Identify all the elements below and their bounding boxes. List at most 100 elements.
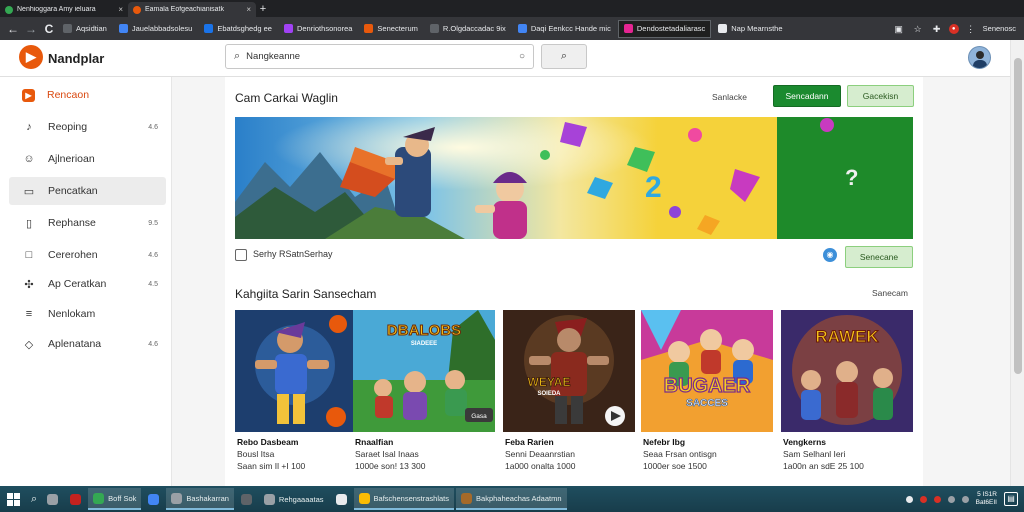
new-tab-button[interactable]: + <box>256 2 270 17</box>
brand-name[interactable]: Nandplar <box>48 51 104 66</box>
star-icon[interactable]: ☆ <box>911 22 925 36</box>
extension-icon[interactable]: ▣ <box>892 22 906 36</box>
tray-app-icon[interactable] <box>933 495 941 503</box>
brand-logo-icon[interactable]: ▶ <box>19 45 43 69</box>
featured-link[interactable]: Sanlacke <box>712 92 747 102</box>
taskbar-app[interactable] <box>42 488 63 510</box>
notification-icon[interactable]: ▤ <box>1004 492 1018 506</box>
sidebar-item-label: Reoping <box>48 121 88 133</box>
volume-icon[interactable] <box>961 495 969 503</box>
taskbar-app-icon <box>263 493 275 505</box>
start-button[interactable] <box>0 486 26 512</box>
side-button[interactable]: Senecane <box>845 246 913 268</box>
game-meta: 1a000 onalta 1000 <box>505 461 576 471</box>
game-art-title: BUGAER <box>664 375 751 397</box>
taskbar-app[interactable]: Boff Sok <box>88 488 142 510</box>
game-badge: Gasa <box>471 413 487 420</box>
bookmark-item[interactable]: R.Olgdaccadac 9ix <box>425 20 511 38</box>
bookmark-item[interactable]: Nap Mearnsthe <box>713 20 787 38</box>
sidebar-item[interactable]: ▯ Rephanse 9.5 <box>9 209 166 237</box>
game-title: Nefebr Ibg <box>643 437 686 447</box>
sidebar-item[interactable]: ≡ Nenlokam <box>9 300 166 328</box>
taskbar-app[interactable]: Rehgaaaatas <box>259 488 329 510</box>
game-subtitle: Bousl Itsa <box>237 449 275 459</box>
bookmark-favicon-icon <box>364 24 374 33</box>
notification-badge-icon[interactable]: ● <box>948 23 959 34</box>
bookmark-item[interactable]: Denriothsonorea <box>279 20 357 38</box>
gamepad-icon: ✣ <box>24 278 34 291</box>
clock[interactable]: 5 IS1R Bat6EII <box>976 491 997 507</box>
back-button[interactable]: ← <box>4 20 22 38</box>
bookmark-item[interactable]: Daqi Eenkcc Hande mic <box>513 20 616 38</box>
sidebar-item[interactable]: ◇ Aplenatana 4.6 <box>9 330 166 358</box>
taskbar-app[interactable]: Bafschensenstrashlats <box>353 488 455 510</box>
game-card[interactable]: BUGAER SACCES Nefebr Ibg Seaa Frsan onti… <box>641 310 773 471</box>
reload-button[interactable]: C <box>40 20 58 38</box>
tray-alert-icon[interactable] <box>919 495 927 503</box>
taskbar-app[interactable] <box>65 488 86 510</box>
tab-favicon-icon <box>133 5 141 14</box>
game-card[interactable]: Rebo Dasbeam Bousl Itsa Saan sim Il +I 1… <box>235 310 367 471</box>
bookmark-item[interactable]: Aqsidtian <box>58 20 112 38</box>
sidebar-item-label: Pencatkan <box>48 185 98 197</box>
scrollbar[interactable] <box>1010 40 1024 486</box>
microphone-icon[interactable]: ○ <box>519 51 525 62</box>
taskbar-items: Boff Sok Bashakarran Rehgaaaatas Bafschense… <box>42 488 567 510</box>
bookmark-item[interactable]: Senecterum <box>359 20 422 38</box>
game-card[interactable]: WEYAE SOIEDA Feba Rarien Senni Deaanrsti… <box>503 310 635 471</box>
search-box[interactable]: ⌕ ○ <box>225 44 534 69</box>
sidebar-item[interactable]: ☺ Ajlnerioan <box>9 145 166 173</box>
network-icon[interactable] <box>947 495 955 503</box>
person-icon: ☺ <box>23 153 35 165</box>
app-window-icon: ▭ <box>23 185 35 198</box>
close-icon[interactable]: × <box>246 5 251 14</box>
featured-banner[interactable]: 2 ? <box>235 117 913 239</box>
sidebar-item[interactable]: ▶ Rencaon <box>9 81 166 109</box>
avatar[interactable] <box>968 46 991 69</box>
primary-button[interactable]: Sencadann <box>773 85 841 107</box>
profile-label[interactable]: Senenosc <box>983 24 1016 33</box>
globe-icon[interactable]: ◉ <box>823 248 837 262</box>
browser-tab-active[interactable]: Eamala Eofgeachianisatk × <box>128 2 256 17</box>
game-subtitle: Seaa Frsan ontisgn <box>643 449 717 459</box>
bookmark-item[interactable]: Dendostetadaliarasc <box>617 19 712 38</box>
game-thumbnail: DBALOBS SIADEEE Gasa <box>353 310 495 432</box>
tray-up-icon[interactable] <box>905 495 913 503</box>
taskbar-app[interactable] <box>143 488 164 510</box>
sidebar-item[interactable]: □ Cererohen 4.6 <box>9 241 166 269</box>
taskbar-app-label: Bafschensenstrashlats <box>373 493 450 503</box>
bookmark-item[interactable]: Jauelabbadsolesu <box>114 20 197 38</box>
sidebar-item[interactable]: ✣ Ap Ceratkan 4.5 <box>9 270 166 298</box>
sidebar-item[interactable]: ▭ Pencatkan <box>9 177 166 205</box>
game-art: RAWEK <box>781 310 913 432</box>
bookmark-label: Daqi Eenkcc Hande mic <box>530 24 611 33</box>
search-button[interactable]: ⌕ <box>541 44 587 69</box>
browser-tab[interactable]: Nenhioggara Amy ieluara × <box>0 2 128 17</box>
search-icon[interactable]: ⌕ <box>26 488 42 510</box>
secondary-button[interactable]: Gacekisn <box>847 85 914 107</box>
taskbar-app[interactable]: Bakphaheachas Adaatmn <box>456 488 567 510</box>
search-input[interactable] <box>246 51 513 62</box>
scrollbar-thumb[interactable] <box>1014 58 1022 374</box>
taskbar-app[interactable] <box>236 488 257 510</box>
sidebar-item-count: 9.5 <box>148 219 158 227</box>
bookmark-favicon-icon <box>283 24 293 33</box>
filter-checkbox[interactable] <box>235 249 247 261</box>
game-card[interactable]: RAWEK Vengkerns Sam Selhanl Ieri 1a00n a… <box>781 310 913 471</box>
bookmark-favicon-icon <box>718 24 728 33</box>
forward-button[interactable]: → <box>22 20 40 38</box>
bookmark-item[interactable]: Ebatdsghedg ee <box>199 20 277 38</box>
taskbar-app[interactable]: Bashakarran <box>166 488 234 510</box>
taskbar-app-icon <box>148 493 160 505</box>
game-art <box>235 310 353 432</box>
sidebar-item[interactable]: ♪ Reoping 4.6 <box>9 113 166 141</box>
game-list: Rebo Dasbeam Bousl Itsa Saan sim Il +I 1… <box>235 310 913 480</box>
section-link[interactable]: Sanecam <box>872 288 908 298</box>
search-icon: ⌕ <box>234 50 241 62</box>
close-icon[interactable]: × <box>118 5 123 14</box>
game-card[interactable]: DBALOBS SIADEEE Gasa Rnaalfian Saraet Is… <box>353 310 495 471</box>
menu-icon[interactable]: ⋮ <box>964 22 978 36</box>
puzzle-icon[interactable]: ✚ <box>930 22 944 36</box>
game-meta: 1a00n an sdE 25 100 <box>783 461 864 471</box>
taskbar-app[interactable] <box>331 488 352 510</box>
